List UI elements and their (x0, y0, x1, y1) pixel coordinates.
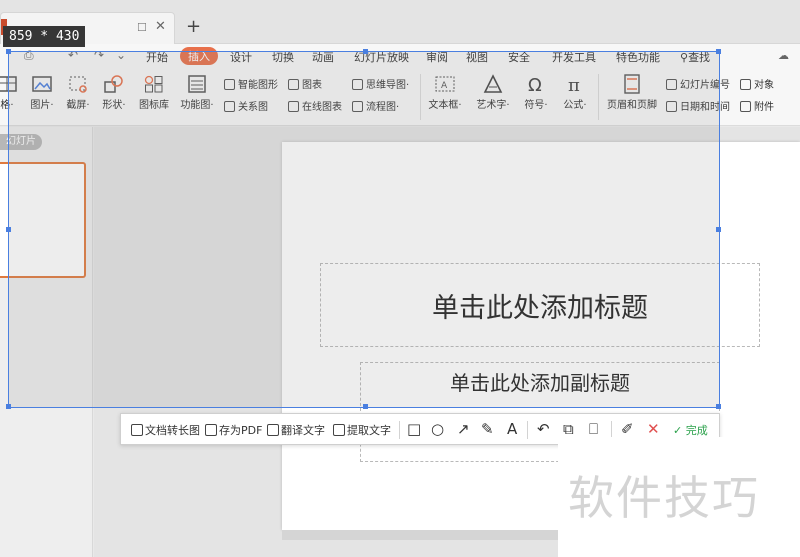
slide-bottom-shadow (282, 530, 560, 540)
object-label: 对象 (754, 80, 774, 91)
arrow-icon[interactable]: ↗ (457, 420, 470, 438)
pdf-icon (205, 424, 217, 436)
resize-handle-bottom-right[interactable] (716, 404, 721, 409)
resize-handle-bottom[interactable] (363, 404, 368, 409)
rectangle-icon[interactable]: □ (407, 420, 421, 438)
done-button[interactable]: ✓ 完成 (673, 422, 708, 438)
save-pdf-button[interactable]: 存为PDF (205, 422, 262, 438)
done-label: 完成 (685, 424, 708, 437)
check-icon: ✓ (673, 424, 686, 437)
copy-icon[interactable]: ⧉ (563, 420, 574, 438)
tab-bar: ☐ ✕ + (0, 0, 800, 44)
resize-handle-top-right[interactable] (716, 49, 721, 54)
resize-handle-top[interactable] (363, 49, 368, 54)
undo-icon[interactable]: ↶ (537, 420, 550, 438)
object-icon (740, 79, 751, 90)
extract-text-label: 提取文字 (347, 424, 391, 437)
paperclip-icon (740, 101, 751, 112)
pen-icon[interactable]: ✎ (481, 420, 494, 438)
pin-to-screen-icon[interactable]: ✐ (621, 420, 634, 438)
resize-handle-top-left[interactable] (6, 49, 11, 54)
resize-handle-left[interactable] (6, 227, 11, 232)
extract-text-icon (333, 424, 345, 436)
cloud-icon[interactable]: ☁ (778, 49, 789, 62)
long-image-icon (131, 424, 143, 436)
translate-button[interactable]: 翻译文字 (267, 422, 325, 438)
attachment-button[interactable]: 附件 (740, 98, 774, 113)
attachment-label: 附件 (754, 102, 774, 113)
long-image-label: 文档转长图 (145, 424, 200, 437)
ellipse-icon[interactable]: ○ (431, 420, 444, 438)
text-icon[interactable]: A (507, 420, 517, 438)
long-image-button[interactable]: 文档转长图 (131, 422, 200, 438)
watermark: 软件技巧 (568, 471, 760, 525)
extract-text-button[interactable]: 提取文字 (333, 422, 391, 438)
object-button[interactable]: 对象 (740, 76, 774, 91)
close-tab-icon[interactable]: ✕ (155, 19, 166, 34)
save-pdf-label: 存为PDF (219, 424, 263, 437)
new-tab-button[interactable]: + (186, 16, 201, 37)
capture-selection[interactable] (6, 49, 721, 409)
translate-icon (267, 424, 279, 436)
toolbar-separator (527, 421, 528, 439)
cancel-icon[interactable]: ✕ (647, 420, 660, 438)
translate-label: 翻译文字 (281, 424, 325, 437)
toolbar-separator (399, 421, 400, 439)
resize-handle-right[interactable] (716, 227, 721, 232)
capture-dimensions: 859 * 430 (3, 26, 86, 47)
resize-handle-bottom-left[interactable] (6, 404, 11, 409)
save-icon[interactable]: ⎕ (589, 420, 598, 438)
pin-icon[interactable]: ☐ (137, 21, 147, 34)
